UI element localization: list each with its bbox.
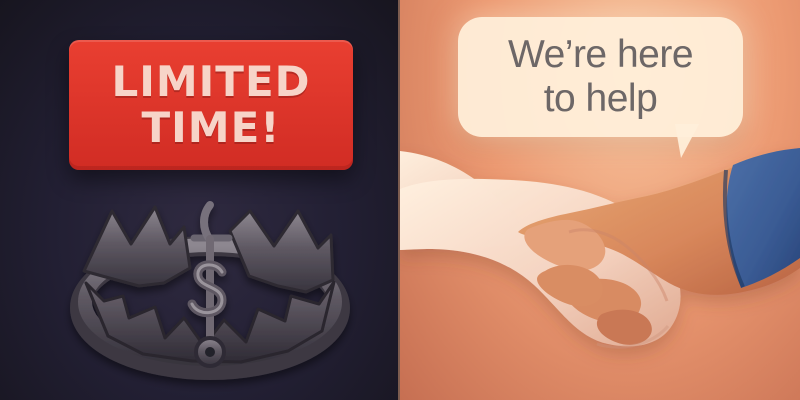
- bear-trap-dollar-icon: [70, 201, 350, 380]
- comparison-illustration: LIMITED TIME! We’re here to help: [0, 0, 800, 400]
- speech-bubble-text: We’re here to help: [507, 33, 694, 120]
- urgency-panel: LIMITED TIME!: [0, 0, 398, 400]
- support-speech-bubble: We’re here to help: [458, 17, 743, 137]
